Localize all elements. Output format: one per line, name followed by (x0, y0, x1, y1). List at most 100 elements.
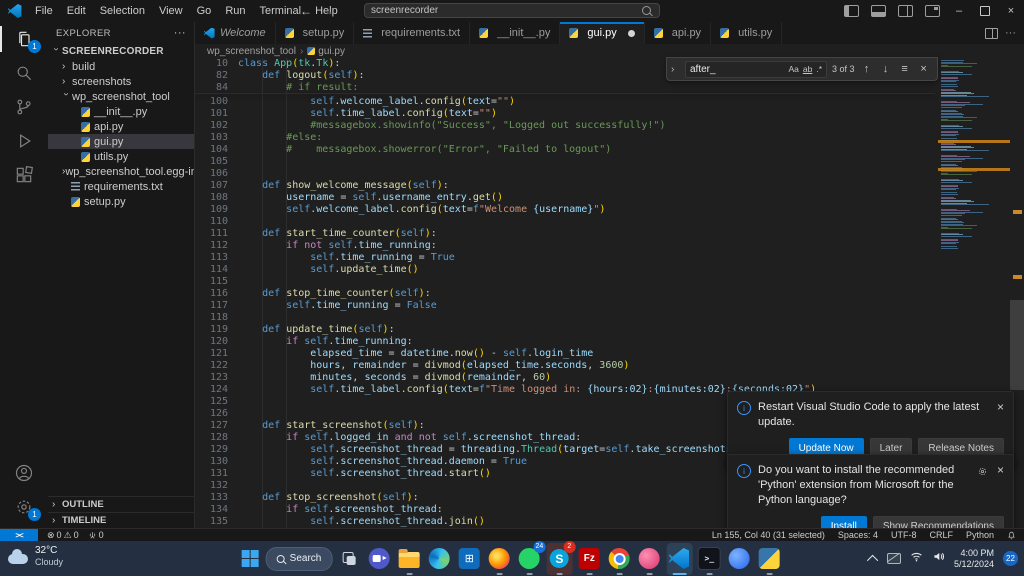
find-in-selection-icon[interactable]: ≡ (898, 63, 912, 75)
wifi-icon[interactable] (910, 550, 923, 568)
menu-view[interactable]: View (152, 0, 190, 22)
taskbar-python-icon[interactable] (756, 543, 782, 575)
remote-indicator[interactable]: >< (0, 529, 38, 541)
indentation[interactable]: Spaces: 4 (838, 530, 878, 540)
tab-welcome[interactable]: Welcome (195, 22, 276, 44)
tab-api-py[interactable]: api.py (645, 22, 711, 44)
tab-requirements-txt[interactable]: requirements.txt (354, 22, 470, 44)
explorer-item-gui-py[interactable]: gui.py (48, 134, 194, 149)
notifications-bell-icon[interactable] (1007, 531, 1016, 540)
menu-edit[interactable]: Edit (60, 0, 93, 22)
edge-logo-icon (429, 548, 450, 569)
toggle-sidebar-icon[interactable] (844, 5, 859, 17)
explorer-item-init-py[interactable]: __init__.py (48, 104, 194, 119)
toggle-secondary-sidebar-icon[interactable] (898, 5, 913, 17)
minimize-button[interactable]: – (946, 0, 972, 22)
clock[interactable]: 4:00 PM 5/12/2024 (954, 548, 994, 570)
search-view-icon[interactable] (0, 56, 48, 90)
taskbar-explorer-icon[interactable] (396, 543, 422, 575)
find-expand-icon[interactable]: › (671, 64, 680, 75)
tab-utils-py[interactable]: utils.py (711, 22, 782, 44)
scrollbar-thumb[interactable] (1010, 300, 1024, 390)
explorer-item-utils-py[interactable]: utils.py (48, 149, 194, 164)
close-notification-icon[interactable]: × (997, 463, 1004, 477)
menu-run[interactable]: Run (218, 0, 252, 22)
taskbar-whatsapp-icon[interactable]: 24 (516, 543, 542, 575)
start-button[interactable] (242, 550, 259, 567)
menu-go[interactable]: Go (190, 0, 219, 22)
breadcrumb[interactable]: wp_screenshot_tool › gui.py (195, 44, 1024, 58)
taskbar-chrome-icon[interactable] (606, 543, 632, 575)
taskbar-blueapp-icon[interactable] (726, 543, 752, 575)
menu-file[interactable]: File (28, 0, 60, 22)
match-case-toggle[interactable]: Aa (788, 64, 798, 74)
language-mode[interactable]: Python (966, 530, 994, 540)
split-editor-icon[interactable] (985, 28, 998, 39)
cursor-position[interactable]: Ln 155, Col 40 (31 selected) (712, 530, 825, 540)
taskbar-filezilla-icon[interactable]: Fz (576, 543, 602, 575)
taskbar-vscode-icon[interactable] (666, 543, 692, 575)
forward-button[interactable]: → (322, 4, 334, 18)
taskbar-pink-icon[interactable] (636, 543, 662, 575)
find-input[interactable]: after_ Aa ab .* (685, 61, 827, 78)
ports-indicator[interactable]: 0 (88, 530, 104, 540)
explorer-view-icon[interactable]: 1 (0, 22, 48, 56)
breadcrumb-folder[interactable]: wp_screenshot_tool (207, 46, 296, 57)
find-match-marker (1013, 275, 1022, 279)
explorer-item-requirements-txt[interactable]: requirements.txt (48, 179, 194, 194)
explorer-more-actions-icon[interactable]: ··· (174, 27, 186, 39)
explorer-item-setup-py[interactable]: setup.py (48, 194, 194, 209)
explorer-item-build[interactable]: ›build (48, 59, 194, 74)
source-control-icon[interactable] (0, 90, 48, 124)
taskbar-skype-icon[interactable]: S2 (546, 543, 572, 575)
hidden-icons-chevron[interactable] (867, 554, 878, 565)
breadcrumb-file[interactable]: gui.py (318, 46, 345, 57)
problems-indicator[interactable]: ⊗ 0 ⚠ 0 (47, 530, 79, 541)
run-debug-icon[interactable] (0, 124, 48, 158)
weather-widget[interactable]: 32°C Cloudy (8, 545, 63, 567)
extensions-icon[interactable] (0, 158, 48, 192)
timeline-section[interactable]: › TIMELINE (48, 512, 194, 528)
display-status-icon[interactable] (887, 553, 901, 564)
back-button[interactable]: ← (300, 4, 312, 18)
encoding[interactable]: UTF-8 (891, 530, 917, 540)
notification-settings-gear-icon[interactable] (977, 464, 988, 482)
explorer-item-wp-screenshot-tool-egg-info[interactable]: ›wp_screenshot_tool.egg-info (48, 164, 194, 179)
close-find-icon[interactable]: × (917, 63, 931, 75)
tab-gui-py[interactable]: gui.py (560, 22, 644, 44)
notification-count-badge[interactable]: 22 (1003, 551, 1018, 566)
explorer-item-screenshots[interactable]: ›screenshots (48, 74, 194, 89)
eol-sequence[interactable]: CRLF (929, 530, 953, 540)
outline-section[interactable]: › OUTLINE (48, 496, 194, 512)
close-notification-icon[interactable]: × (997, 400, 1004, 414)
explorer-item-wp-screenshot-tool[interactable]: ›wp_screenshot_tool (48, 89, 194, 104)
maximize-button[interactable] (972, 0, 998, 22)
close-button[interactable]: × (998, 0, 1024, 22)
task-view-button[interactable] (339, 549, 359, 569)
vscode-logo-icon[interactable] (8, 4, 22, 18)
minimap[interactable] (938, 60, 1010, 256)
next-match-icon[interactable]: ↓ (879, 63, 893, 75)
taskbar-firefox-icon[interactable] (486, 543, 512, 575)
whole-word-toggle[interactable]: ab (803, 64, 812, 74)
regex-toggle[interactable]: .* (816, 64, 822, 74)
tab-init-py[interactable]: __init__.py (470, 22, 560, 44)
tab-setup-py[interactable]: setup.py (276, 22, 355, 44)
taskbar-edge-icon[interactable] (426, 543, 452, 575)
taskbar-store-icon[interactable]: ⊞ (456, 543, 482, 575)
previous-match-icon[interactable]: ↑ (860, 63, 874, 75)
menu-selection[interactable]: Selection (93, 0, 152, 22)
customize-layout-icon[interactable] (925, 5, 940, 17)
explorer-item-screenrecorder[interactable]: ›SCREENRECORDER (48, 44, 194, 59)
modified-dot-icon[interactable] (628, 30, 635, 37)
item-label: utils.py (94, 151, 128, 163)
command-center-search[interactable]: screenrecorder (364, 3, 660, 18)
account-icon[interactable] (0, 456, 48, 490)
explorer-item-api-py[interactable]: api.py (48, 119, 194, 134)
volume-icon[interactable] (932, 550, 945, 568)
taskbar-meet-icon[interactable] (366, 543, 392, 575)
taskbar-search[interactable]: Search (266, 547, 333, 571)
toggle-panel-icon[interactable] (871, 5, 886, 17)
taskbar-terminal-icon[interactable]: >_ (696, 543, 722, 575)
settings-gear-icon[interactable]: 1 (0, 490, 48, 524)
